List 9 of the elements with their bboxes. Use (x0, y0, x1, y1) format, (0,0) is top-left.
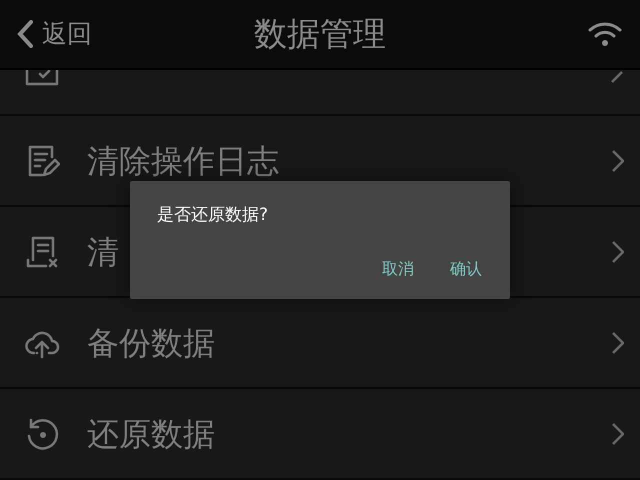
dialog-message: 是否还原数据? (157, 204, 268, 227)
back-icon (16, 19, 34, 49)
page-title: 数据管理 (254, 13, 386, 56)
back-button[interactable]: 返回 (0, 15, 92, 53)
cancel-button[interactable]: 取消 (376, 255, 420, 283)
menu-item[interactable]: 还原数据 (0, 389, 640, 480)
wifi-icon (588, 21, 622, 47)
checkbox-icon (24, 70, 60, 86)
confirm-button[interactable]: 确认 (444, 255, 488, 283)
